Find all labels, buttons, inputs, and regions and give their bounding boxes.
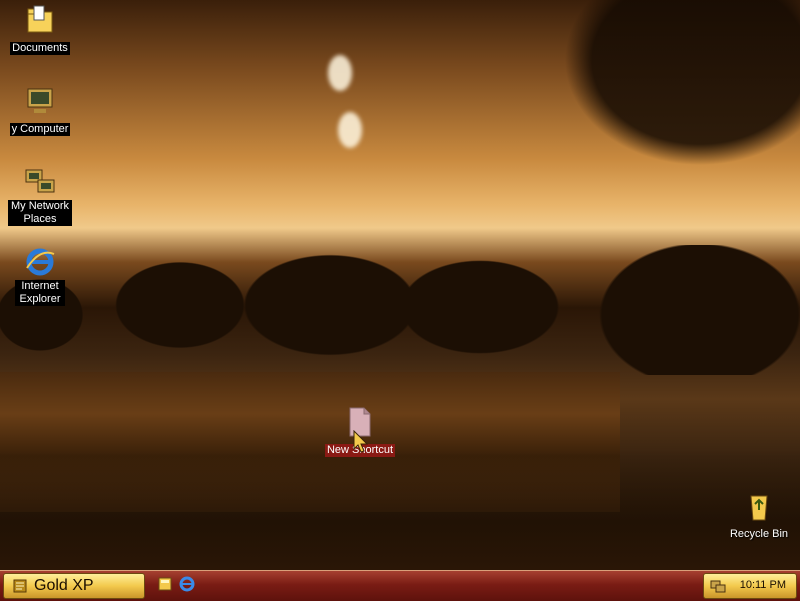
- desktop-icon-label: Recycle Bin: [729, 528, 789, 540]
- desktop-icon-label: Internet Explorer: [15, 280, 65, 306]
- internet-explorer-icon: [24, 246, 56, 278]
- mouse-cursor-icon: [353, 430, 369, 453]
- desktop-icon-label: My Network Places: [8, 200, 72, 226]
- desktop-icon-recycle-bin[interactable]: Recycle Bin: [719, 490, 799, 542]
- taskbar: Gold XP 10:11 PM: [0, 570, 800, 601]
- treeline: [0, 245, 800, 375]
- desktop[interactable]: Documents y Computer My Network Places I…: [0, 0, 800, 570]
- desktop-icon-documents[interactable]: Documents: [0, 4, 80, 56]
- start-button[interactable]: Gold XP: [3, 573, 145, 599]
- desktop-icon-label: Documents: [10, 42, 70, 55]
- windows-logo-icon: [12, 578, 28, 594]
- computer-icon: [24, 85, 56, 117]
- network-icon: [24, 166, 56, 198]
- recycle-bin-icon: [743, 490, 775, 522]
- clock[interactable]: 10:11 PM: [740, 579, 786, 591]
- desktop-icon-network-places[interactable]: My Network Places: [0, 166, 80, 227]
- folder-icon: [24, 4, 56, 36]
- desktop-icon-label: y Computer: [9, 123, 71, 136]
- internet-explorer-icon[interactable]: [178, 575, 196, 593]
- system-tray: 10:11 PM: [703, 573, 797, 599]
- desktop-icon-my-computer[interactable]: y Computer: [0, 85, 80, 137]
- reeds-foreground: [0, 450, 800, 570]
- tree-canopy: [440, 0, 800, 260]
- sun-glare: [338, 112, 362, 148]
- tray-network-icon[interactable]: [710, 578, 726, 594]
- desktop-icon-internet-explorer[interactable]: Internet Explorer: [0, 246, 80, 307]
- show-desktop-icon[interactable]: [156, 575, 174, 593]
- start-button-label: Gold XP: [34, 577, 94, 594]
- sun-glare: [328, 55, 352, 91]
